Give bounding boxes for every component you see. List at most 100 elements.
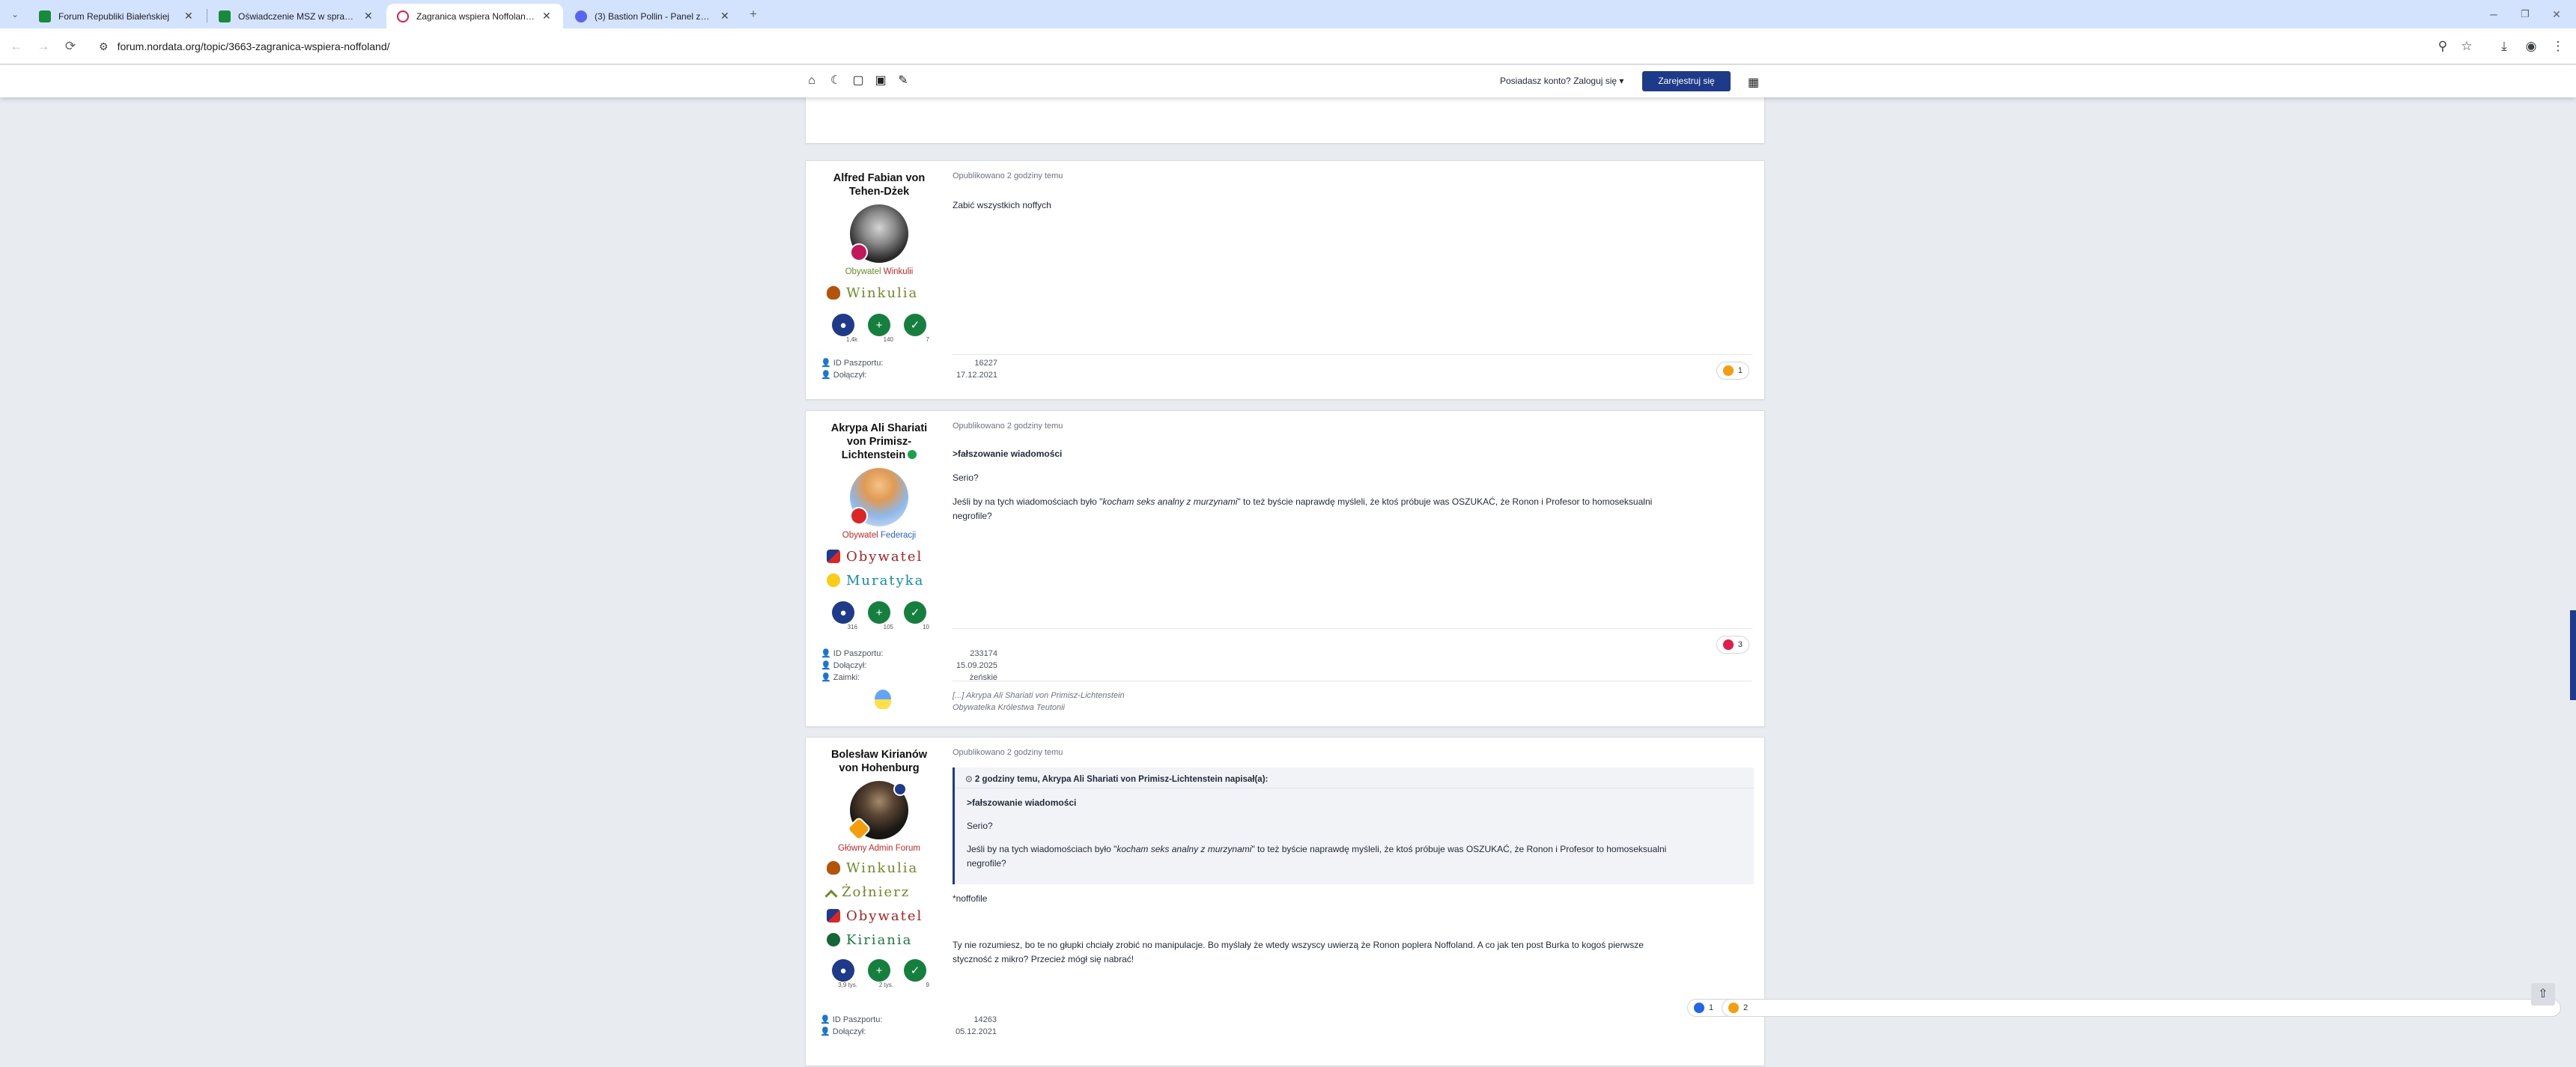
quote-line: >fałszowanie wiadomości [967,797,1077,808]
author-name[interactable]: Bolesław Kirianów von Hohenburg [806,748,953,775]
post-time[interactable]: Opublikowano 2 godziny temu [953,171,1063,180]
back-to-top-button[interactable]: ⇧ [2531,983,2555,1006]
reaction-count: 1 [1737,366,1743,375]
site-info-icon[interactable]: ⚙ [99,40,109,53]
group-badge-label: Obywatel [846,908,923,924]
image-icon[interactable]: ▣ [872,72,890,90]
browser-tab-forum[interactable]: Forum Republiki Białeńskiej ✕ [28,4,205,28]
tab-search-icon[interactable]: ⌄ [6,5,24,23]
author-name[interactable]: Alfred Fabian von Tehen-Dżek [806,171,953,198]
reaction-count: 1 [1709,1003,1714,1012]
post-line: Serio? [953,472,979,483]
reaction-button[interactable]: 1 [1716,362,1749,380]
author-name[interactable]: Akrypa Ali Shariati von Primisz-Lichtens… [806,422,953,462]
theme-switch-icon[interactable]: ▦ [1748,75,1759,90]
minimize-icon[interactable]: – [2485,5,2503,23]
forum-favicon-icon [219,10,231,22]
member-group-name: Federacji [880,531,917,540]
post-time[interactable]: Opublikowano 2 godziny temu [953,748,1063,757]
address-url[interactable]: forum.nordata.org/topic/3663-zagranica-w… [118,40,390,52]
tab-title: Oświadczenie MSZ w sprawie N [238,10,364,22]
member-group-prefix: Obywatel [842,531,881,540]
check-icon[interactable]: ✓ 9 [904,959,929,988]
check-icon[interactable]: ✓ 10 [904,601,929,630]
achievements: ● 1,4k +140 ✓ 7 [806,314,953,343]
login-link[interactable]: Posiadasz konto? Zaloguj się ▾ [1500,76,1623,86]
reload-icon[interactable]: ⟳ [61,37,79,55]
quote-paragraph: Jeśli by na tych wiadomościach było "koc… [967,844,1667,869]
back-arrow-icon[interactable]: ← [7,37,25,55]
moon-icon[interactable]: ☾ [827,72,845,90]
register-button[interactable]: Zarejestruj się [1642,71,1731,91]
angry-emoji-icon [1722,365,1734,376]
post-alfred: Alfred Fabian von Tehen-Dżek Obywatel Wi… [805,160,1765,400]
check-icon[interactable]: ✓ 7 [904,314,929,343]
post-line: *noffofile [953,893,988,904]
like-emoji-icon [1694,1003,1704,1013]
rank-badge-icon [850,243,868,261]
post-line: >fałszowanie wiadomości [953,449,1063,459]
member-group-name: Winkulii [883,267,914,276]
download-icon[interactable]: ⤓ [2495,37,2513,55]
post-time[interactable]: Opublikowano 2 godziny temu [953,422,1063,431]
plus-icon[interactable]: +2 tys. [868,959,893,988]
forum-header: ⌂ ☾ ▢ ▣ ✎ Posiadasz konto? Zaloguj się ▾… [0,65,2576,97]
group-badge: Kiriania [827,928,953,952]
reaction-button-angry[interactable]: 2 [1722,999,2561,1017]
bookmark-star-icon[interactable]: ☆ [2458,37,2476,55]
winkulia-crest-icon [827,861,840,875]
menu-kebab-icon[interactable]: ⋮ [2549,37,2567,55]
close-tab-icon[interactable]: ✕ [184,10,195,22]
avatar[interactable] [846,781,908,842]
group-badge: Obywatel [827,544,953,568]
group-badge: Winkulia [827,856,953,880]
zoom-icon[interactable]: ⚲ [2434,37,2452,55]
achievement-count: 7 [926,336,929,343]
author-meta: 👤 ID Paszportu: 14263 👤 Dołączył: 05.12.20… [820,1014,997,1038]
avatar[interactable] [850,468,908,526]
achievement-count: 140 [883,336,893,343]
close-tab-icon[interactable]: ✕ [364,10,374,22]
signature-line: [...] Akrypa Ali Shariati von Primisz-Li… [953,691,1125,700]
group-badge-label: Winkulia [846,285,919,301]
post-divider [953,628,1752,629]
close-tab-icon[interactable]: ✕ [720,10,731,22]
plus-icon[interactable]: +105 [868,601,893,630]
kiriania-crest-icon [827,933,840,946]
browser-tab-bastion[interactable]: (3) Bastion Pollin - Panel zarządz ✕ [565,4,741,28]
tab-title: Zagranica wspiera Noffoland - [416,10,536,22]
obywatel-flag-icon [827,550,840,563]
group-badge: Żołnierz [824,880,953,904]
comments-icon[interactable]: ● 316 [832,601,857,630]
post-content: Opublikowano 2 godziny temu ⊙ 2 godziny … [953,738,1764,1067]
address-bar[interactable]: ⚙ forum.nordata.org/topic/3663-zagranica… [88,33,2425,60]
teutonia-flag-icon [875,690,891,709]
avatar[interactable] [850,204,908,263]
sun-icon [827,574,840,587]
brush-icon[interactable]: ✎ [894,72,912,90]
passport-value: 14263 [973,1015,997,1024]
online-indicator-icon [908,450,917,459]
close-tab-icon[interactable]: ✕ [542,10,553,22]
home-icon[interactable]: ⌂ [803,72,821,90]
close-window-icon[interactable]: ✕ [2548,5,2566,23]
plus-icon[interactable]: +140 [868,314,893,343]
rank-badge-icon [850,507,868,525]
quote-header: ⊙ 2 godziny temu, Akrypa Ali Shariati vo… [955,767,1754,788]
forward-arrow-icon[interactable]: → [34,37,52,55]
square-icon[interactable]: ▢ [849,72,867,90]
reaction-button[interactable]: 3 [1716,636,1749,654]
joined-label: 👤 Dołączył: [821,371,867,380]
comments-icon[interactable]: ● 3,9 tys. [832,959,857,988]
reaction-count: 2 [1743,1003,1749,1012]
achievements: ● 316 +105 ✓ 10 [806,601,953,630]
quote-author[interactable]: 2 godziny temu, Akrypa Ali Shariati von … [975,775,1269,784]
scroll-indicator[interactable] [2570,610,2576,700]
browser-tab-zagranica[interactable]: Zagranica wspiera Noffoland - ✕ [386,4,563,28]
browser-tab-msz[interactable]: Oświadczenie MSZ w sprawie N ✕ [208,4,385,28]
new-tab-plus-icon[interactable]: + [744,5,762,23]
comments-icon[interactable]: ● 1,4k [832,314,857,343]
maximize-icon[interactable]: ❐ [2516,5,2534,23]
group-badge-label: Obywatel [846,548,923,565]
profile-icon[interactable]: ◉ [2522,37,2540,55]
